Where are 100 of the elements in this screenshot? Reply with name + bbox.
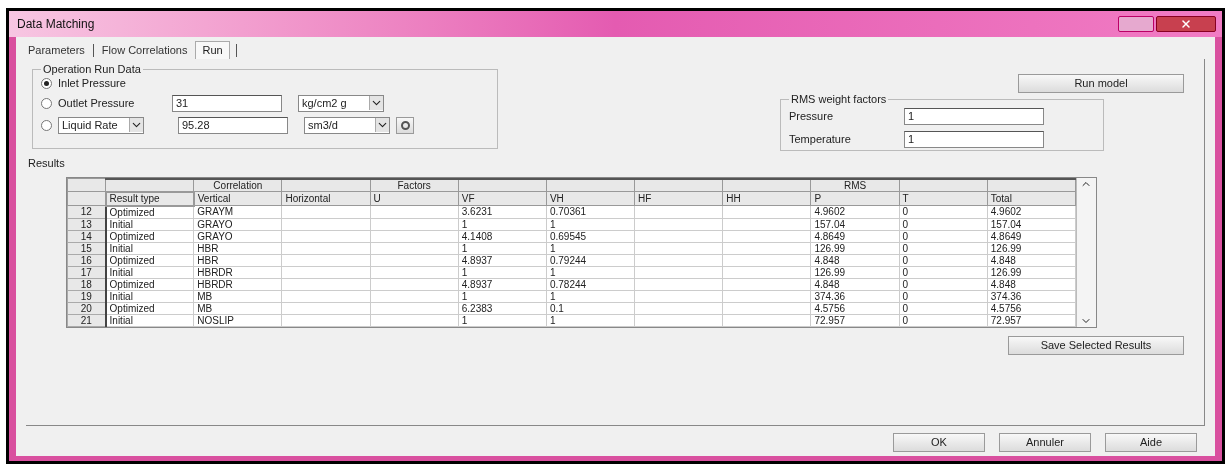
- table-cell: 0: [899, 302, 988, 314]
- table-cell: 4.848: [810, 254, 900, 266]
- table-cell: 0: [899, 205, 988, 218]
- radio-label: Inlet Pressure: [58, 76, 126, 92]
- radio-button[interactable]: [41, 97, 52, 109]
- table-cell: 4.5756: [987, 302, 1076, 314]
- table-cell: 0: [899, 314, 988, 326]
- group-header: Correlation: [193, 178, 282, 192]
- table-cell: 1: [458, 314, 547, 326]
- table-cell: 0: [899, 266, 988, 278]
- value-field[interactable]: 31: [172, 94, 282, 112]
- table-cell: 0.1: [546, 302, 635, 314]
- close-button[interactable]: [1156, 16, 1216, 32]
- table-cell: Optimized: [105, 278, 194, 290]
- group-header: Factors: [370, 178, 459, 192]
- help-button[interactable]: [1118, 16, 1154, 32]
- table-cell: 4.1408: [458, 230, 547, 242]
- table-cell: 0: [899, 230, 988, 242]
- tab[interactable]: Flow Correlations: [99, 41, 190, 59]
- table-cell: HBR: [193, 242, 282, 254]
- table-cell: Initial: [105, 218, 194, 230]
- table-cell: GRAYM: [193, 205, 282, 218]
- table-cell: 0: [899, 242, 988, 254]
- table-cell: 4.8649: [987, 230, 1076, 242]
- table-cell: 0.79244: [546, 254, 635, 266]
- radio-button[interactable]: [41, 119, 52, 131]
- table-cell: 157.04: [987, 218, 1076, 230]
- window-title: Data Matching: [17, 16, 95, 33]
- table-cell: 0.70361: [546, 205, 635, 218]
- table-cell: 126.99: [810, 266, 900, 278]
- table-cell: 1: [546, 266, 635, 278]
- table-cell: 0.69545: [546, 230, 635, 242]
- table-cell: 4.8937: [458, 254, 547, 266]
- field-label: Temperature: [789, 131, 852, 147]
- radio-label: Outlet Pressure: [58, 95, 136, 111]
- table-cell: HBRDR: [193, 266, 282, 278]
- table-cell: 4.9602: [810, 205, 900, 218]
- weight-field[interactable]: 1: [904, 130, 1044, 148]
- table-cell: 0.78244: [546, 278, 635, 290]
- table-cell: 4.8649: [810, 230, 900, 242]
- weight-field[interactable]: 1: [904, 107, 1044, 125]
- unit-dropdown[interactable]: sm3/d: [304, 116, 390, 134]
- table-cell: GRAYO: [193, 230, 282, 242]
- group-header: RMS: [810, 178, 900, 192]
- table-cell: 4.5756: [810, 302, 900, 314]
- dialog-button[interactable]: Aide: [1105, 433, 1197, 452]
- table-cell: 374.36: [810, 290, 900, 302]
- group-title: RMS weight factors: [790, 92, 888, 107]
- table-cell: HBR: [193, 254, 282, 266]
- table-cell: 4.8937: [458, 278, 547, 290]
- table-cell: 6.2383: [458, 302, 547, 314]
- scrollbar[interactable]: [1076, 177, 1096, 327]
- unit-dropdown[interactable]: kg/cm2 g: [298, 94, 384, 112]
- table-cell: 126.99: [987, 242, 1076, 254]
- field-label: Pressure: [789, 108, 835, 124]
- quantity-dropdown[interactable]: Liquid Rate: [58, 116, 144, 134]
- table-cell: Initial: [105, 314, 194, 326]
- radio-button[interactable]: [41, 78, 52, 89]
- table-cell: Optimized: [105, 302, 194, 314]
- table-cell: 1: [458, 242, 547, 254]
- table-cell: MB: [193, 302, 282, 314]
- table-cell: 3.6231: [458, 205, 547, 218]
- group-title: Operation Run Data: [42, 62, 142, 77]
- table-cell: 1: [458, 290, 547, 302]
- tab[interactable]: Run: [195, 41, 230, 59]
- value-field[interactable]: 95.28: [178, 116, 288, 134]
- table-cell: 4.9602: [987, 205, 1076, 218]
- column-header[interactable]: Result type: [105, 191, 194, 206]
- table-cell: Optimized: [105, 205, 194, 218]
- table-cell: 1: [458, 266, 547, 278]
- save-results-button[interactable]: Save Selected Results: [1008, 335, 1184, 355]
- table-cell: Optimized: [105, 254, 194, 266]
- table-cell: 1: [546, 314, 635, 326]
- table-cell: 1: [546, 218, 635, 230]
- table-cell: 374.36: [987, 290, 1076, 302]
- table-cell: 1: [546, 290, 635, 302]
- table-cell: 126.99: [987, 266, 1076, 278]
- dialog-button[interactable]: OK: [893, 433, 985, 452]
- dialog-button[interactable]: Annuler: [999, 433, 1091, 452]
- table-cell: Initial: [105, 242, 194, 254]
- run-model-button[interactable]: Run model: [1018, 74, 1184, 93]
- table-cell: 4.848: [987, 254, 1076, 266]
- table-cell: 157.04: [810, 218, 900, 230]
- table-cell: 0: [899, 218, 988, 230]
- table-cell: Initial: [105, 266, 194, 278]
- table-cell: HBRDR: [193, 278, 282, 290]
- table-cell: 72.957: [987, 314, 1076, 326]
- table-cell: 1: [458, 218, 547, 230]
- table-cell: 4.848: [987, 278, 1076, 290]
- table-cell: 0: [899, 254, 988, 266]
- table-cell: 1: [546, 242, 635, 254]
- table-cell: MB: [193, 290, 282, 302]
- tab[interactable]: Parameters: [26, 41, 87, 59]
- table-cell: Optimized: [105, 230, 194, 242]
- table-cell: Initial: [105, 290, 194, 302]
- table-cell: 0: [899, 278, 988, 290]
- table-cell: 72.957: [810, 314, 900, 326]
- settings-button[interactable]: [396, 116, 414, 134]
- table-cell: 126.99: [810, 242, 900, 254]
- table-cell: 0: [899, 290, 988, 302]
